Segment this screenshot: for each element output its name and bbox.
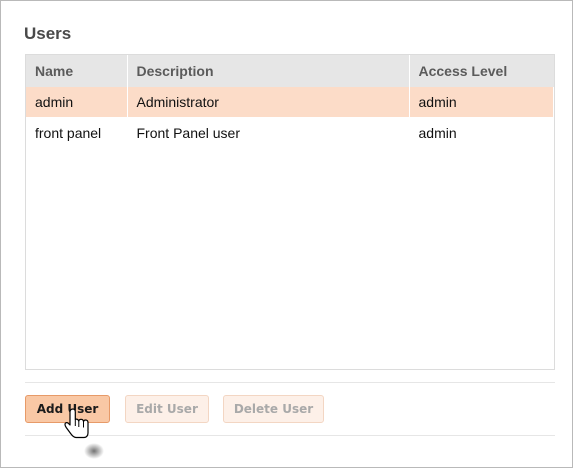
cell-name: admin	[26, 87, 128, 117]
column-header-name[interactable]: Name	[26, 55, 128, 87]
cell-description: Administrator	[127, 87, 410, 117]
table-row-front-panel[interactable]: front panel Front Panel user admin	[26, 117, 554, 149]
users-table-container: Name Description Access Level admin Admi…	[25, 54, 555, 370]
section-title: Users	[24, 24, 72, 43]
hand-pointer-icon	[64, 408, 104, 459]
users-panel: Users Name Description Access Level admi…	[0, 0, 573, 468]
column-header-access-level[interactable]: Access Level	[409, 55, 554, 87]
table-header-row: Name Description Access Level	[26, 55, 554, 87]
edit-user-button[interactable]: Edit User	[125, 395, 209, 423]
table-row-admin[interactable]: admin Administrator admin	[26, 87, 554, 117]
users-table: Name Description Access Level admin Admi…	[26, 55, 554, 149]
divider	[25, 382, 555, 383]
cell-description: Front Panel user	[127, 117, 410, 149]
cell-access-level: admin	[409, 87, 554, 117]
column-header-description[interactable]: Description	[127, 55, 410, 87]
delete-user-button[interactable]: Delete User	[223, 395, 324, 423]
cell-name: front panel	[26, 117, 128, 149]
cell-access-level: admin	[409, 117, 554, 149]
